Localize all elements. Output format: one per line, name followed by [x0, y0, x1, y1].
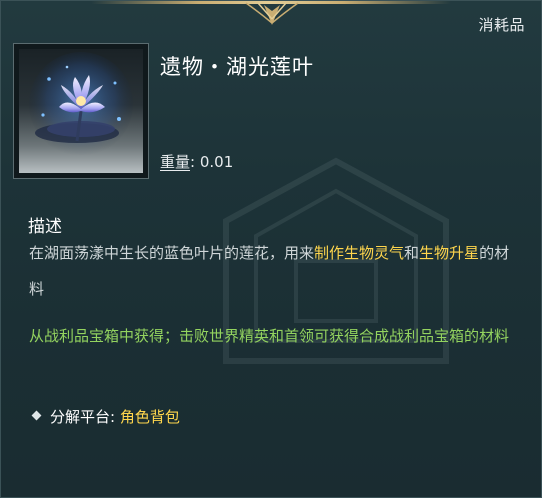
source-text: 从战利品宝箱中获得；击败世界精英和首领可获得合成战利品宝箱的材料 [29, 327, 510, 345]
ornament-icon [245, 2, 299, 25]
weight-label[interactable]: 重量 [160, 153, 190, 171]
weight-row: 重量: 0.01 [160, 151, 233, 172]
platform-label: 分解平台: [50, 408, 116, 426]
item-tooltip: 消耗品 遗物・湖光莲叶 重量: 0.01 描述 在湖面荡漾中生长的蓝色叶片的莲花… [0, 0, 542, 498]
description-text: 在湖面荡漾中生长的蓝色叶片的莲花，用来制作生物灵气和生物升星的材料 [29, 235, 519, 307]
description-highlight: 生物升星 [419, 244, 480, 262]
diamond-bullet-icon [31, 410, 42, 421]
weight-separator: : [190, 153, 196, 171]
description-highlight: 制作生物灵气 [314, 244, 405, 262]
item-icon-frame [13, 43, 149, 179]
description-part: 和 [404, 244, 420, 262]
description-part: 在湖面荡漾中生长的蓝色叶片的莲花，用来 [29, 244, 315, 262]
weight-value: 0.01 [199, 153, 234, 171]
blue-lotus-icon [29, 52, 133, 156]
item-name: 遗物・湖光莲叶 [160, 55, 314, 79]
description-heading: 描述 [28, 217, 62, 237]
item-category: 消耗品 [478, 16, 525, 34]
platform-value: 角色背包 [119, 408, 180, 426]
dismantle-platform-row: 分解平台: 角色背包 [31, 406, 180, 427]
